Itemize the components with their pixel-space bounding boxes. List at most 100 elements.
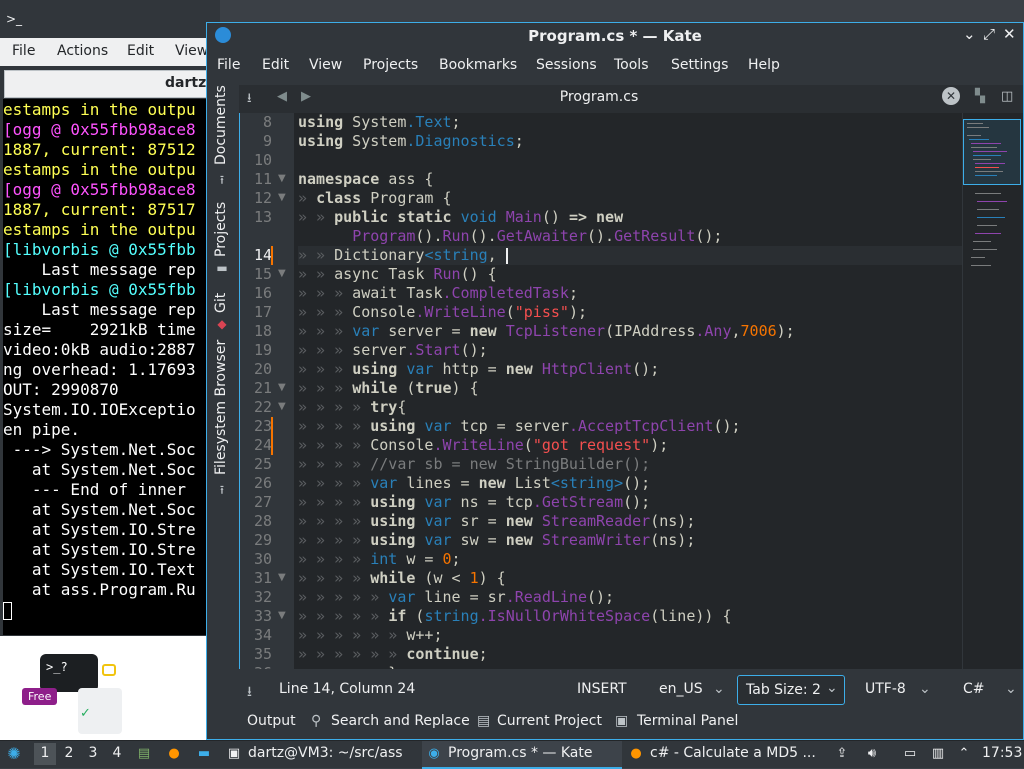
input-mode[interactable]: INSERT [577, 681, 627, 697]
code-line: » » » » var lines = new List<string>(); [298, 474, 651, 492]
minimize-icon[interactable]: ⌄ [963, 25, 976, 43]
menu-settings[interactable]: Settings [671, 57, 728, 73]
menu-edit[interactable]: Edit [262, 57, 289, 73]
network-icon[interactable]: ▥ [930, 746, 946, 762]
code-line: » » » var server = new TcpListener(IPAdd… [298, 322, 795, 340]
desktop-pager-4[interactable]: 4 [106, 745, 128, 761]
terminal-menu-file[interactable]: File [12, 43, 35, 59]
task-label: dartz@VM3: ~/src/ass [248, 745, 403, 761]
fold-arrow-icon[interactable]: ▼ [278, 268, 286, 279]
kate-menubar: File Edit View Projects Bookmarks Sessio… [207, 51, 1023, 81]
terminal-menubar: File Actions Edit View [0, 38, 220, 66]
cursor-position[interactable]: Line 14, Column 24 [279, 681, 415, 697]
menu-sessions[interactable]: Sessions [536, 57, 597, 73]
project-icon: ▤ [477, 713, 491, 729]
menu-projects[interactable]: Projects [363, 57, 418, 73]
task-label: c# - Calculate a MD5 ... [650, 745, 816, 761]
task-kate[interactable]: ◉ Program.cs * — Kate [422, 741, 622, 769]
terminal-titlebar[interactable]: >_ [0, 0, 220, 38]
fold-arrow-icon[interactable]: ▼ [278, 192, 286, 203]
terminal-tabbar[interactable]: dartz [4, 70, 214, 98]
terminal-line: Last message rep [3, 300, 196, 319]
volume-icon[interactable]: 🔊︎ [864, 746, 880, 762]
close-icon[interactable]: ✕ [1003, 25, 1016, 43]
chevron-down-icon[interactable]: ⌄ [919, 681, 931, 697]
tool-search-and-replace[interactable]: Search and Replace [331, 713, 470, 729]
code-editor[interactable]: 8 9 10 11 12 13 14 15 16 17 18 19 20 21 … [239, 113, 1023, 669]
toggle-panel-icon[interactable]: ◫ [1001, 89, 1013, 104]
fold-arrow-icon[interactable]: ▼ [278, 610, 286, 621]
line-number: 33 [253, 607, 272, 625]
fold-arrow-icon[interactable]: ▼ [278, 382, 286, 393]
tray-expand-icon[interactable]: ⌃ [956, 746, 972, 762]
tool-output[interactable]: Output [247, 713, 296, 729]
line-number: 16 [253, 284, 272, 302]
minimap[interactable] [962, 113, 1023, 669]
split-view-icon[interactable]: ▚ [975, 89, 985, 104]
desktop-pager-3[interactable]: 3 [82, 745, 104, 761]
file-manager-icon[interactable]: ▤ [136, 746, 152, 762]
encoding-selector[interactable]: UTF-8 [865, 681, 906, 697]
clipboard-icon[interactable]: ▭ [902, 746, 918, 762]
taskbar: ✺ 1 2 3 4 ▤ ● ▬ ▣ dartz@VM3: ~/src/ass ◉… [0, 740, 1024, 769]
modified-line-marker [271, 246, 273, 265]
terminal-output[interactable]: estamps in the outpu [ogg @ 0x55fbb98ace… [3, 99, 213, 635]
firefox-icon[interactable]: ● [166, 746, 182, 762]
terminal-menu-view[interactable]: View [175, 43, 208, 59]
line-number: 9 [262, 132, 272, 150]
code-line: Program().Run().GetAwaiter().GetResult()… [352, 227, 723, 245]
window-icon[interactable]: ▬ [196, 746, 212, 762]
tab-close-icon[interactable]: ✕ [942, 87, 960, 105]
desktop-pager-1[interactable]: 1 [34, 743, 56, 765]
spellcheck-language[interactable]: en_US [659, 681, 703, 697]
tool-view-bar: Output ⚲ Search and Replace ▤ Current Pr… [239, 707, 1023, 737]
maximize-icon[interactable]: ⤢ [983, 25, 995, 43]
tool-terminal-panel[interactable]: Terminal Panel [637, 713, 738, 729]
chevron-down-icon[interactable]: ⌄ [713, 681, 725, 697]
task-terminal[interactable]: ▣ dartz@VM3: ~/src/ass [222, 741, 422, 769]
sidebar-tab-projects[interactable]: Projects [213, 193, 229, 257]
tab-program-cs[interactable]: Program.cs [239, 89, 959, 105]
document-tabbar: ⭳ ◀ ▶ Program.cs ✕ ▚ ◫ [239, 85, 1023, 113]
desktop-pager-2[interactable]: 2 [58, 745, 80, 761]
app-launcher-icon[interactable]: ✺ [6, 746, 22, 762]
fold-arrow-icon[interactable]: ▼ [278, 173, 286, 184]
line-number: 34 [253, 626, 272, 644]
clock[interactable]: 17:53 [982, 745, 1022, 761]
tab-size-selector[interactable]: Tab Size: 2 ⌄ [737, 675, 845, 705]
terminal-tab-label[interactable]: dartz [165, 75, 206, 91]
line-number: 28 [253, 512, 272, 530]
kate-titlebar[interactable]: Program.cs * — Kate ⌄ ⤢ ✕ [207, 23, 1023, 49]
download-icon[interactable]: ⭳ [247, 681, 252, 705]
text-cursor [505, 247, 508, 264]
line-number: 19 [253, 341, 272, 359]
terminal-menu-actions[interactable]: Actions [57, 43, 108, 59]
chevron-down-icon: ⌄ [826, 680, 838, 696]
fold-arrow-icon[interactable]: ▼ [278, 572, 286, 583]
code-line: » » » » Console.WriteLine("got request")… [298, 436, 669, 454]
code-line: using System.Text; [298, 113, 461, 131]
sidebar-tab-documents[interactable]: Documents [213, 85, 229, 165]
menu-file[interactable]: File [217, 57, 240, 73]
promo-thumbnail[interactable]: >_? ✓ Free [18, 654, 128, 736]
menu-bookmarks[interactable]: Bookmarks [439, 57, 517, 73]
menu-help[interactable]: Help [748, 57, 780, 73]
line-number: 30 [253, 550, 272, 568]
menu-tools[interactable]: Tools [614, 57, 649, 73]
upload-icon[interactable]: ⇪ [834, 746, 850, 762]
sidebar-tab-filesystem-browser[interactable]: Filesystem Browser [213, 339, 229, 475]
code-line: » » » » » } [298, 664, 397, 669]
line-number: 17 [253, 303, 272, 321]
terminal-line: [libvorbis @ 0x55fbb [3, 280, 196, 299]
line-number-gutter[interactable]: 8 9 10 11 12 13 14 15 16 17 18 19 20 21 … [240, 113, 294, 669]
task-firefox[interactable]: ● c# - Calculate a MD5 ... [624, 741, 824, 769]
fold-arrow-icon[interactable]: ▼ [278, 401, 286, 412]
tool-current-project[interactable]: Current Project [497, 713, 602, 729]
menu-view[interactable]: View [309, 57, 342, 73]
code-area[interactable]: using System.Text; using System.Diagnost… [298, 113, 962, 669]
syntax-mode-selector[interactable]: C# [963, 681, 985, 697]
terminal-menu-edit[interactable]: Edit [127, 43, 154, 59]
line-number: 32 [253, 588, 272, 606]
sidebar-tab-git[interactable]: Git [213, 283, 229, 313]
chevron-down-icon[interactable]: ⌄ [1005, 681, 1017, 697]
